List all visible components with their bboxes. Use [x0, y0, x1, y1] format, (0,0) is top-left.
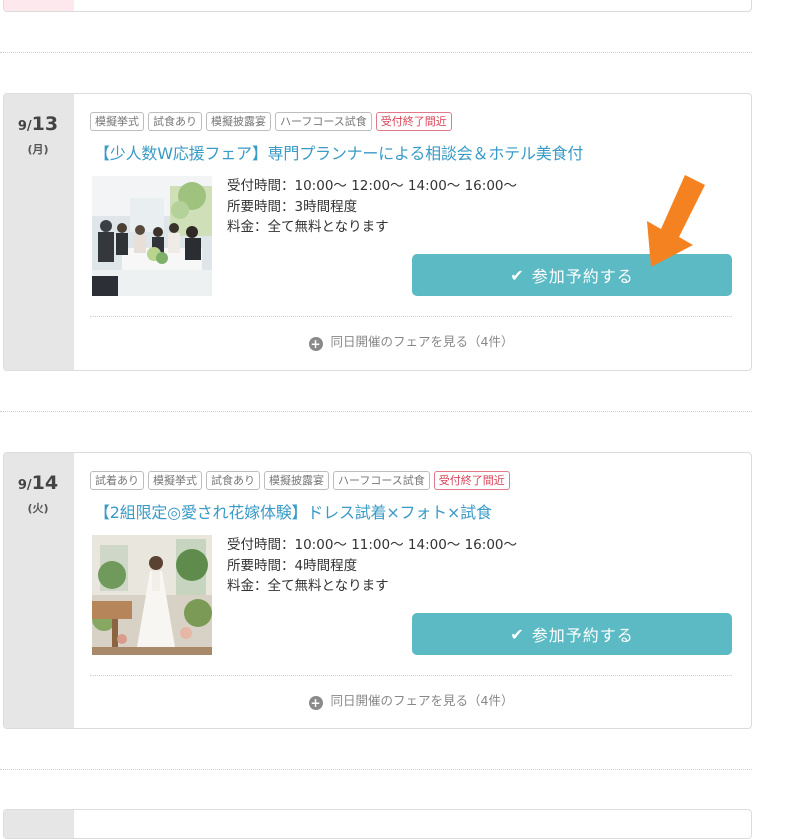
separator: [0, 411, 752, 412]
same-day-fairs-link[interactable]: + 同日開催のフェアを見る（4件）: [90, 331, 732, 351]
fair-date: 9/13 (月): [3, 113, 73, 157]
date-column: [4, 810, 74, 838]
plus-circle-icon: +: [308, 696, 323, 710]
fair-info: 受付時間：10:00～ 11:00～ 14:00～ 16:00～ 所要時間：4時…: [227, 535, 517, 597]
fair-tag: 模擬披露宴: [206, 112, 271, 131]
reserve-button-label: 参加予約する: [531, 267, 634, 286]
fair-info: 受付時間：10:00～ 12:00～ 14:00～ 16:00～ 所要時間：3時…: [227, 176, 517, 238]
banquet-photo[interactable]: [92, 176, 212, 296]
check-icon: ✔: [510, 624, 525, 644]
deadline-tag: 受付終了間近: [375, 112, 452, 131]
divider: [90, 316, 732, 317]
same-day-fairs-link[interactable]: + 同日開催のフェアを見る（4件）: [90, 690, 732, 710]
fee: 料金：全て無料となります: [227, 578, 389, 594]
date-month: 9/: [17, 119, 32, 134]
previous-fair-card: [3, 0, 752, 12]
fair-tags: 模擬挙式 試食あり 模擬披露宴 ハーフコース試食 受付終了間近: [90, 112, 452, 131]
same-day-fairs-label: 同日開催のフェアを見る（4件）: [330, 334, 514, 349]
fair-tag: 試着あり: [90, 471, 144, 490]
previous-date-column: [4, 0, 74, 11]
reception-time: 受付時間：10:00～ 11:00～ 14:00～ 16:00～: [227, 537, 517, 553]
reserve-button[interactable]: ✔ 参加予約する: [412, 613, 732, 655]
divider: [90, 675, 732, 676]
fair-title-link[interactable]: 【少人数W応援フェア】専門プランナーによる相談会＆ホテル美食付: [94, 140, 583, 164]
date-day: 13: [31, 113, 59, 135]
fair-title-link[interactable]: 【2組限定◎愛され花嫁体験】ドレス試着×フォト×試食: [94, 499, 492, 523]
check-icon: ✔: [510, 265, 525, 285]
fair-date: 9/14 (火): [3, 472, 73, 516]
fair-tag: 試食あり: [148, 112, 202, 131]
plus-circle-icon: +: [308, 337, 323, 351]
date-month: 9/: [17, 478, 32, 493]
fair-tag: 模擬披露宴: [264, 471, 329, 490]
arrow-pointer-icon: [633, 175, 713, 274]
fee: 料金：全て無料となります: [227, 219, 389, 235]
bride-photo[interactable]: [92, 535, 212, 655]
separator: [0, 52, 752, 53]
fair-tags: 試着あり 模擬挙式 試食あり 模擬披露宴 ハーフコース試食 受付終了間近: [90, 471, 510, 490]
deadline-tag: 受付終了間近: [433, 471, 510, 490]
date-weekday: (月): [27, 143, 49, 156]
next-fair-card: [3, 809, 752, 839]
same-day-fairs-label: 同日開催のフェアを見る（4件）: [330, 693, 514, 708]
separator: [0, 769, 752, 770]
reception-time: 受付時間：10:00～ 12:00～ 14:00～ 16:00～: [227, 178, 517, 194]
fair-tag: 模擬挙式: [90, 112, 144, 131]
duration: 所要時間：3時間程度: [227, 198, 358, 215]
fair-tag: 模擬挙式: [148, 471, 202, 490]
date-day: 14: [31, 472, 59, 494]
fair-tag: ハーフコース試食: [333, 471, 430, 490]
reserve-button-label: 参加予約する: [531, 626, 634, 645]
fair-tag: ハーフコース試食: [275, 112, 372, 131]
duration: 所要時間：4時間程度: [227, 557, 358, 574]
date-weekday: (火): [27, 502, 49, 515]
fair-tag: 試食あり: [206, 471, 260, 490]
